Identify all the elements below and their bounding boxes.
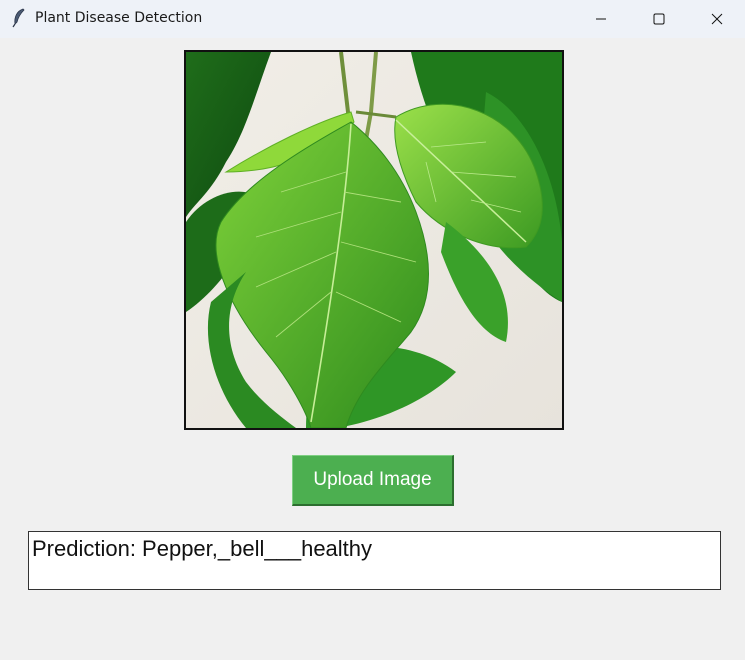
prediction-text: Prediction: Pepper,_bell___healthy <box>32 536 373 561</box>
window-title: Plant Disease Detection <box>35 10 203 26</box>
prediction-label: Prediction: Pepper,_bell___healthy <box>28 531 721 590</box>
minimize-icon <box>596 18 606 20</box>
app-window: Plant Disease Detection Upload Image Pre… <box>0 0 745 660</box>
maximize-button[interactable] <box>630 0 688 38</box>
close-button[interactable] <box>688 0 745 38</box>
upload-image-button[interactable]: Upload Image <box>292 455 454 506</box>
close-icon <box>711 13 723 25</box>
title-bar[interactable]: Plant Disease Detection <box>0 0 745 38</box>
minimize-button[interactable] <box>572 0 630 38</box>
maximize-icon <box>653 13 665 25</box>
feather-icon <box>11 8 27 28</box>
uploaded-leaf-image <box>184 50 564 430</box>
